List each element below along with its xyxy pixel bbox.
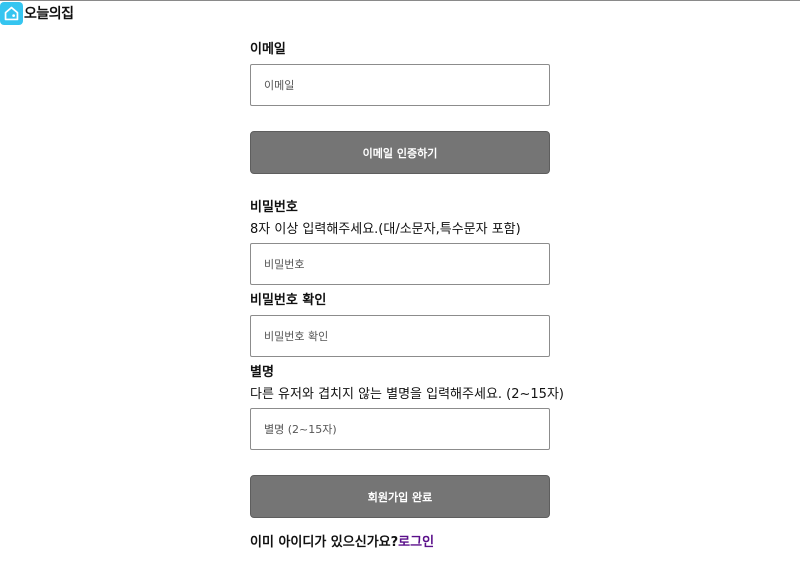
password-label: 비밀번호 bbox=[250, 200, 298, 215]
password-hint: 8자 이상 입력해주세요.(대/소문자,특수문자 포함) bbox=[250, 222, 521, 237]
login-question: 이미 아이디가 있으신가요? bbox=[250, 535, 399, 550]
email-label: 이메일 bbox=[250, 42, 286, 57]
logo-text[interactable]: 오늘의집 bbox=[24, 3, 74, 23]
login-prompt: 이미 아이디가 있으신가요?로그인 bbox=[250, 531, 434, 550]
signup-submit-button[interactable]: 회원가입 완료 bbox=[250, 475, 550, 518]
password-input[interactable] bbox=[250, 243, 550, 285]
header: 오늘의집 bbox=[0, 1, 74, 25]
password-confirm-label: 비밀번호 확인 bbox=[250, 293, 327, 308]
email-input[interactable] bbox=[250, 64, 550, 106]
nickname-input[interactable] bbox=[250, 408, 550, 450]
nickname-hint: 다른 유저와 겹치지 않는 별명을 입력해주세요. (2~15자) bbox=[250, 387, 564, 402]
house-icon[interactable] bbox=[0, 1, 23, 25]
nickname-label: 별명 bbox=[250, 365, 274, 380]
password-confirm-input[interactable] bbox=[250, 315, 550, 357]
email-verify-button[interactable]: 이메일 인증하기 bbox=[250, 131, 550, 174]
login-link[interactable]: 로그인 bbox=[398, 535, 434, 550]
top-border bbox=[0, 0, 800, 1]
